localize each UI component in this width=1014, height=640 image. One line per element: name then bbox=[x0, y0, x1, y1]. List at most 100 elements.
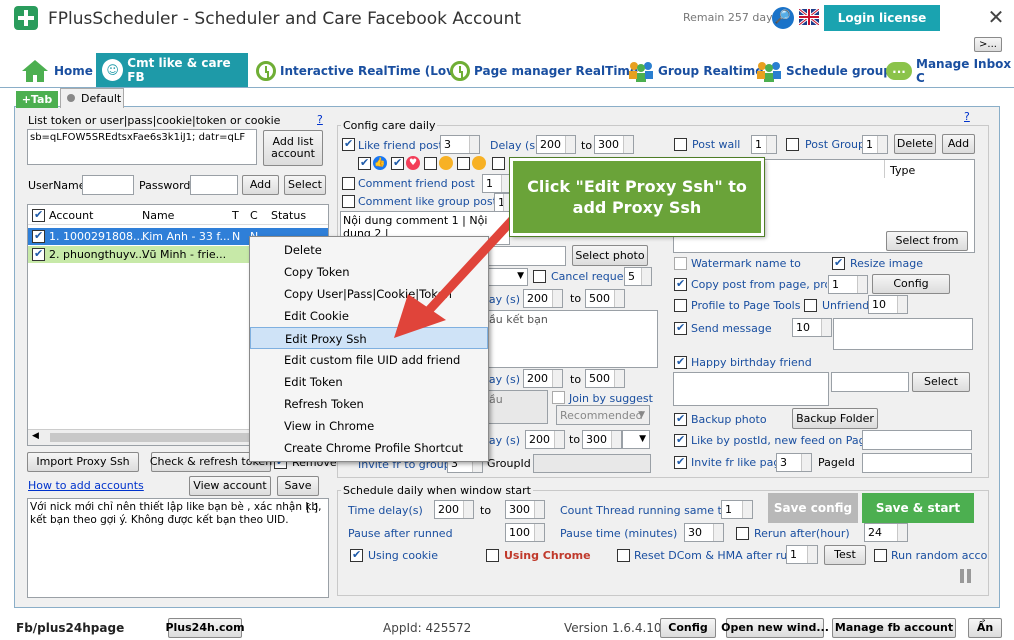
count-thread-stepper[interactable]: 1 bbox=[721, 500, 753, 519]
tab-home[interactable]: Home bbox=[20, 56, 93, 86]
like-count-stepper[interactable]: 3 bbox=[440, 135, 480, 154]
time-delay-from[interactable]: 200 bbox=[434, 500, 474, 519]
tab-default[interactable]: Default bbox=[60, 88, 124, 108]
recommended-select[interactable]: Recommended ▼ bbox=[556, 405, 650, 425]
row-checkbox[interactable] bbox=[32, 247, 45, 261]
copy-post-count[interactable]: 1 bbox=[828, 275, 868, 294]
watermark-checkbox[interactable] bbox=[674, 257, 687, 270]
reset-dcom-stepper[interactable]: 1 bbox=[786, 545, 818, 564]
tab-schedule-group[interactable]: Schedule group bbox=[756, 56, 892, 86]
invite-delay-to[interactable]: 300 bbox=[582, 430, 622, 449]
tab-manage-inbox[interactable]: ... Manage Inbox C bbox=[886, 56, 1014, 86]
select-button[interactable]: Select bbox=[284, 175, 326, 195]
save-config-button[interactable]: Save config bbox=[768, 493, 858, 523]
birthday-textarea[interactable] bbox=[673, 372, 829, 406]
key-icon[interactable]: 🔎 bbox=[772, 7, 794, 29]
site-link-button[interactable]: Plus24h.com bbox=[165, 618, 245, 638]
manage-fb-button[interactable]: Manage fb account bbox=[832, 618, 956, 638]
post-wall-checkbox[interactable] bbox=[674, 138, 687, 151]
unfriend-count[interactable]: 10 bbox=[868, 295, 908, 314]
status-config-button[interactable]: Config bbox=[660, 618, 716, 638]
copy-post-checkbox[interactable] bbox=[674, 277, 687, 291]
birthday-select-button[interactable]: Select bbox=[912, 372, 970, 392]
select-all-checkbox[interactable] bbox=[32, 208, 45, 222]
help-link[interactable]: ? bbox=[317, 113, 323, 126]
birthday-file-input[interactable] bbox=[831, 372, 909, 392]
cancel-count-stepper[interactable]: 5 bbox=[624, 267, 652, 286]
hide-button[interactable]: Ẩn bbox=[968, 618, 1002, 638]
join-suggest-checkbox[interactable] bbox=[552, 391, 565, 404]
how-to-link[interactable]: How to add accounts bbox=[28, 479, 144, 492]
comment-friend-post-checkbox[interactable] bbox=[342, 177, 355, 190]
tab-page-manager[interactable]: Page manager RealTime bbox=[450, 56, 638, 86]
menu-create-shortcut[interactable]: Create Chrome Profile Shortcut bbox=[250, 437, 488, 459]
reset-dcom-checkbox[interactable] bbox=[617, 549, 630, 562]
reaction-haha-checkbox[interactable] bbox=[424, 157, 437, 170]
menu-edit-custom-file[interactable]: Edit custom file UID add friend bbox=[250, 349, 488, 371]
invite-like-page-count[interactable]: 3 bbox=[776, 453, 812, 472]
group-id-input[interactable] bbox=[533, 454, 651, 473]
post-wall-count[interactable]: 1 bbox=[751, 135, 777, 154]
add-account-button[interactable]: Add bbox=[242, 175, 279, 195]
row-checkbox[interactable] bbox=[32, 229, 45, 243]
username-input[interactable] bbox=[82, 175, 134, 195]
reaction-sad-checkbox[interactable] bbox=[492, 157, 505, 170]
post-group-checkbox[interactable] bbox=[786, 138, 799, 151]
reaction-love-checkbox[interactable] bbox=[391, 156, 404, 170]
pause-time-stepper[interactable]: 30 bbox=[684, 523, 724, 542]
menu-edit-token[interactable]: Edit Token bbox=[250, 371, 488, 393]
invite-like-page-checkbox[interactable] bbox=[674, 455, 687, 469]
resize-image-checkbox[interactable] bbox=[832, 256, 845, 270]
comment-like-group-checkbox[interactable] bbox=[342, 195, 355, 208]
menu-view-in-chrome[interactable]: View in Chrome bbox=[250, 415, 488, 437]
uk-flag-icon[interactable] bbox=[798, 7, 820, 27]
message-textarea[interactable] bbox=[833, 318, 973, 350]
post-group-count[interactable]: 1 bbox=[862, 135, 888, 154]
backup-photo-checkbox[interactable] bbox=[674, 412, 687, 426]
view-account-button[interactable]: View account bbox=[189, 476, 271, 496]
note-expand[interactable]: [ ] bbox=[306, 501, 318, 514]
run-random-checkbox[interactable] bbox=[874, 549, 887, 562]
login-license-button[interactable]: Login license bbox=[824, 5, 940, 31]
add-list-account-button[interactable]: Add list account bbox=[263, 130, 323, 166]
config-button[interactable]: Config bbox=[872, 274, 950, 294]
more-button[interactable]: >... bbox=[974, 37, 1002, 52]
rerun-stepper[interactable]: 24 bbox=[864, 523, 908, 542]
send-message-checkbox[interactable] bbox=[674, 321, 687, 335]
invite-mode-select[interactable]: ▼ bbox=[622, 430, 650, 449]
tab-cmt-like[interactable]: ☺ Cmt like & care FB bbox=[96, 53, 248, 87]
page-id-input[interactable] bbox=[862, 453, 972, 473]
like-friend-post-checkbox[interactable] bbox=[342, 137, 355, 151]
add-post-button[interactable]: Add bbox=[942, 134, 975, 154]
reaction-wow-checkbox[interactable] bbox=[457, 157, 470, 170]
config-help-link[interactable]: ? bbox=[964, 110, 970, 123]
unfriend-checkbox[interactable] bbox=[804, 299, 817, 312]
import-proxy-button[interactable]: Import Proxy Ssh bbox=[27, 452, 139, 472]
delay-from-stepper[interactable]: 200 bbox=[536, 135, 576, 154]
save-start-button[interactable]: Save & start bbox=[862, 493, 974, 523]
delete-button[interactable]: Delete bbox=[894, 134, 936, 154]
reaction-like-checkbox[interactable] bbox=[358, 156, 371, 170]
send-message-count[interactable]: 10 bbox=[792, 318, 832, 337]
invite-delay-from[interactable]: 200 bbox=[525, 430, 565, 449]
close-icon[interactable]: ✕ bbox=[984, 4, 1008, 30]
rerun-checkbox[interactable] bbox=[736, 527, 749, 540]
join-delay-from[interactable]: 200 bbox=[523, 369, 563, 388]
pause-after-stepper[interactable]: 100 bbox=[505, 523, 545, 542]
note-box[interactable]: Với nick mới chỉ nên thiết lập like bạn … bbox=[27, 498, 329, 598]
save-button[interactable]: Save bbox=[277, 476, 319, 496]
pause-icon[interactable] bbox=[960, 569, 972, 583]
token-input[interactable]: sb=qLFOW5SREdtsxFae6s3k1iJ1; datr=qLF bbox=[27, 129, 257, 165]
tab-interactive[interactable]: Interactive RealTime (Love) bbox=[256, 56, 468, 86]
select-photo-button[interactable]: Select photo bbox=[572, 245, 648, 266]
time-delay-to[interactable]: 300 bbox=[505, 500, 545, 519]
like-by-postid-checkbox[interactable] bbox=[674, 433, 687, 447]
menu-refresh-token[interactable]: Refresh Token bbox=[250, 393, 488, 415]
birthday-checkbox[interactable] bbox=[674, 355, 687, 369]
using-cookie-checkbox[interactable] bbox=[350, 548, 363, 562]
open-new-window-button[interactable]: Open new wind... bbox=[721, 618, 829, 638]
profile-to-page-checkbox[interactable] bbox=[674, 299, 687, 312]
friend-delay-to[interactable]: 500 bbox=[585, 289, 625, 308]
using-chrome-checkbox[interactable] bbox=[486, 549, 499, 562]
test-button[interactable]: Test bbox=[824, 545, 866, 565]
